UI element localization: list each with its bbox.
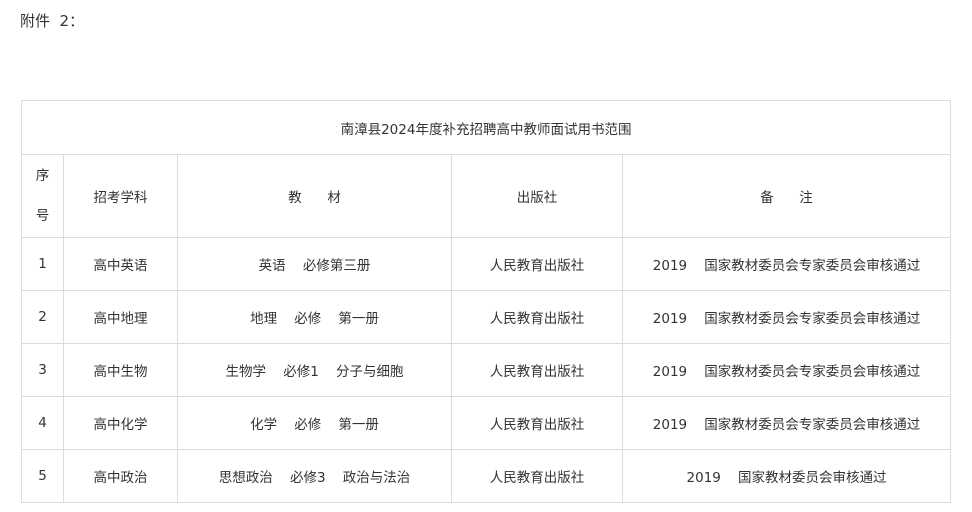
- header-textbook: 教 材: [177, 154, 452, 238]
- header-subject: 招考学科: [63, 154, 178, 238]
- cell-remarks: 2019 国家教材委员会审核通过: [621, 449, 952, 503]
- cell-seq: 3: [21, 343, 64, 397]
- cell-seq: 5: [21, 449, 64, 503]
- cell-seq: 4: [21, 396, 64, 450]
- table-title-row: 南漳县2024年度补充招聘高中教师面试用书范围: [20, 100, 952, 155]
- cell-textbook: 生物学 必修1 分子与细胞: [177, 343, 452, 397]
- cell-subject: 高中生物: [63, 343, 178, 397]
- cell-publisher: 人民教育出版社: [451, 343, 623, 397]
- cell-textbook: 地理 必修 第一册: [177, 290, 452, 344]
- header-seq-line1: 序: [35, 168, 50, 184]
- table-row: 4 高中化学 化学 必修 第一册 人民教育出版社 2019 国家教材委员会专家委…: [21, 396, 952, 450]
- cell-subject: 高中政治: [63, 449, 178, 503]
- attachment-label: 附件 2：: [20, 12, 85, 30]
- cell-remarks: 2019 国家教材委员会专家委员会审核通过: [621, 290, 952, 344]
- cell-remarks: 2019 国家教材委员会专家委员会审核通过: [621, 343, 952, 397]
- table-row: 3 高中生物 生物学 必修1 分子与细胞 人民教育出版社 2019 国家教材委员…: [21, 343, 952, 397]
- cell-seq: 1: [21, 237, 64, 291]
- textbook-table: 南漳县2024年度补充招聘高中教师面试用书范围 序号 招考学科 教 材 出版社 …: [20, 100, 952, 503]
- cell-publisher: 人民教育出版社: [451, 237, 623, 291]
- cell-textbook: 思想政治 必修3 政治与法治: [177, 449, 452, 503]
- header-remarks: 备 注: [621, 154, 952, 238]
- cell-subject: 高中化学: [63, 396, 178, 450]
- cell-publisher: 人民教育出版社: [451, 449, 623, 503]
- table-row: 2 高中地理 地理 必修 第一册 人民教育出版社 2019 国家教材委员会专家委…: [21, 290, 952, 344]
- table-row: 1 高中英语 英语 必修第三册 人民教育出版社 2019 国家教材委员会专家委员…: [21, 237, 952, 291]
- table-row: 5 高中政治 思想政治 必修3 政治与法治 人民教育出版社 2019 国家教材委…: [21, 449, 952, 503]
- header-seq-line2: 号: [35, 208, 50, 224]
- cell-textbook: 化学 必修 第一册: [177, 396, 452, 450]
- header-seq: 序号: [21, 154, 64, 238]
- cell-remarks: 2019 国家教材委员会专家委员会审核通过: [621, 237, 952, 291]
- cell-publisher: 人民教育出版社: [451, 290, 623, 344]
- table-header-row: 序号 招考学科 教 材 出版社 备 注: [21, 154, 952, 238]
- header-publisher: 出版社: [451, 154, 623, 238]
- cell-remarks: 2019 国家教材委员会专家委员会审核通过: [621, 396, 952, 450]
- cell-textbook: 英语 必修第三册: [177, 237, 452, 291]
- cell-seq: 2: [21, 290, 64, 344]
- cell-subject: 高中地理: [63, 290, 178, 344]
- cell-publisher: 人民教育出版社: [451, 396, 623, 450]
- table-title: 南漳县2024年度补充招聘高中教师面试用书范围: [20, 100, 952, 155]
- cell-subject: 高中英语: [63, 237, 178, 291]
